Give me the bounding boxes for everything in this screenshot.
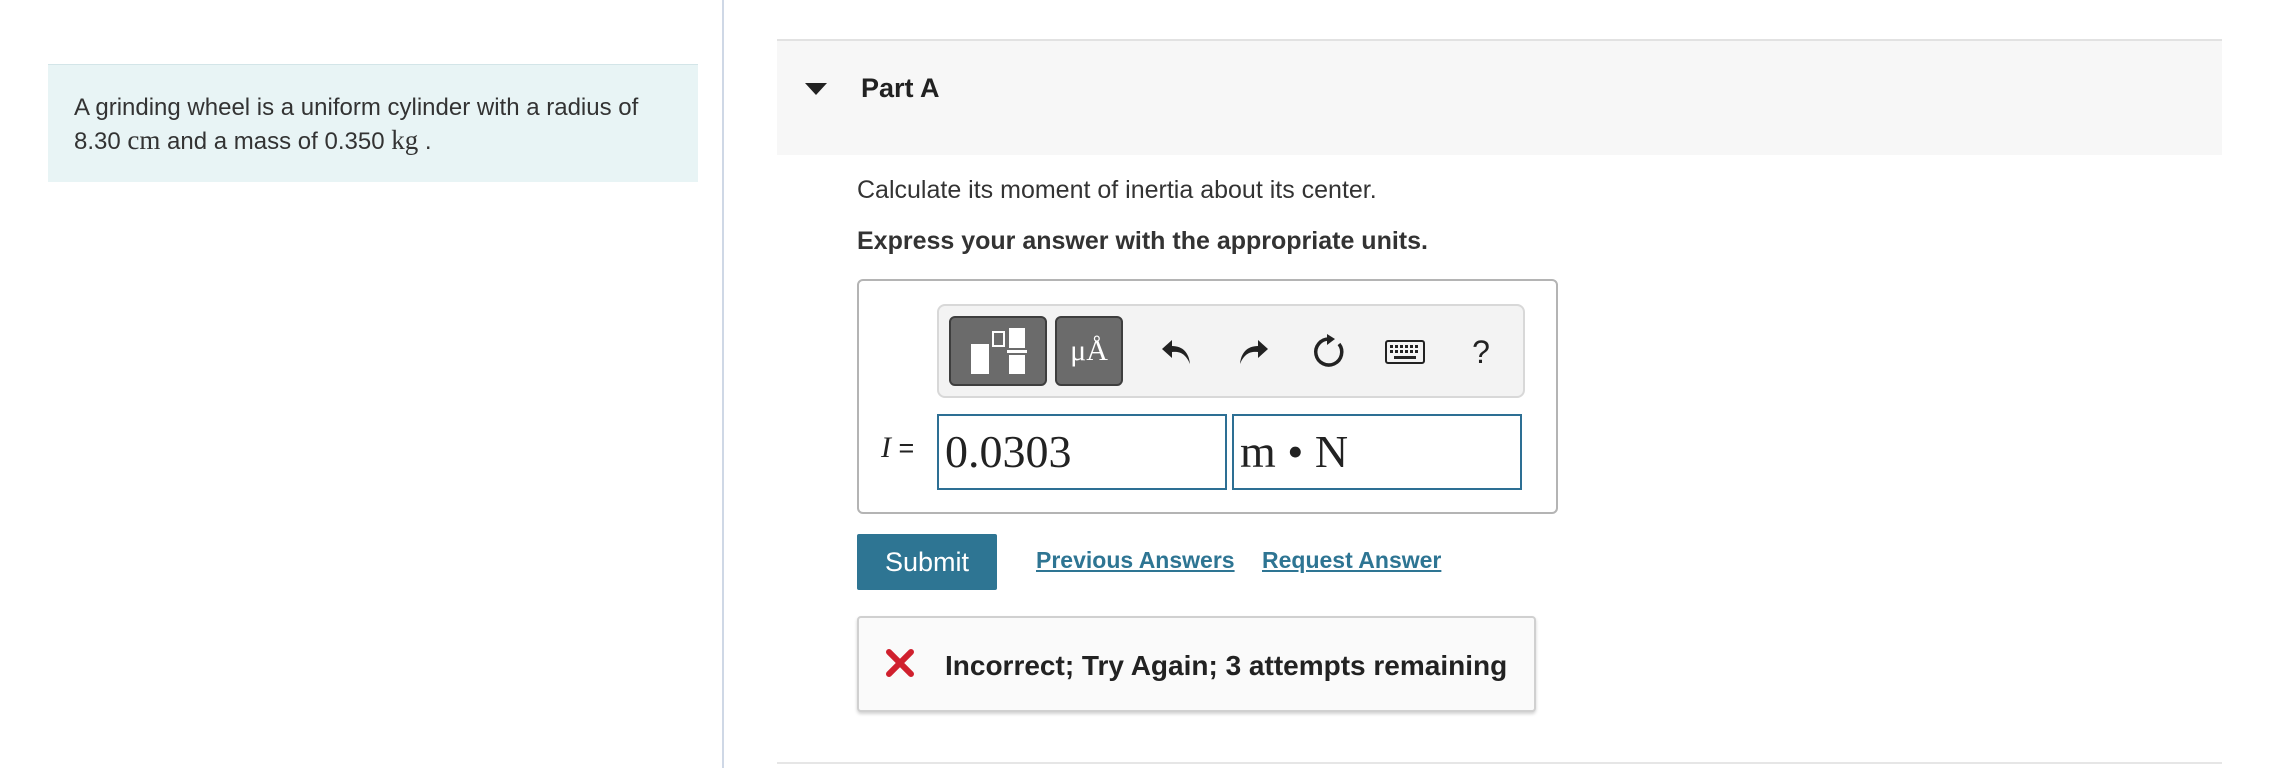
problem-statement: A grinding wheel is a uniform cylinder w…: [48, 64, 698, 182]
units-icon: μÅ: [1070, 334, 1108, 367]
part-header[interactable]: Part A: [777, 39, 2222, 155]
reset-icon[interactable]: [1307, 328, 1351, 376]
request-answer-link[interactable]: Request Answer: [1262, 547, 1441, 574]
equals-sign: =: [898, 433, 915, 463]
part-title: Part A: [861, 73, 940, 103]
math-toolbar: μÅ ?: [937, 304, 1525, 398]
section-bottom-border: [777, 762, 2222, 764]
problem-text-middle: and a mass of 0.350: [160, 128, 392, 155]
templates-icon: [971, 328, 1027, 374]
incorrect-x-icon: [886, 649, 914, 677]
instruction-text: Express your answer with the appropriate…: [857, 227, 1428, 255]
answer-units-input[interactable]: m • N: [1232, 414, 1522, 490]
feedback-box: Incorrect; Try Again; 3 attempts remaini…: [857, 616, 1536, 712]
question-text: Calculate its moment of inertia about it…: [857, 176, 1377, 204]
submit-button[interactable]: Submit: [857, 534, 997, 590]
panel-divider: [722, 0, 724, 768]
feedback-message: Incorrect; Try Again; 3 attempts remaini…: [945, 650, 1508, 681]
help-label: ?: [1472, 333, 1490, 370]
collapse-caret-icon[interactable]: [805, 83, 827, 95]
templates-button[interactable]: [949, 316, 1047, 386]
answer-value-input[interactable]: 0.0303: [937, 414, 1227, 490]
variable-label: I =: [881, 431, 914, 465]
redo-icon[interactable]: [1231, 328, 1275, 376]
undo-icon[interactable]: [1155, 328, 1199, 376]
variable-symbol: I: [881, 431, 891, 464]
keyboard-icon[interactable]: [1383, 328, 1427, 376]
radius-unit: cm: [127, 125, 161, 155]
help-icon[interactable]: ?: [1459, 328, 1503, 376]
units-button[interactable]: μÅ: [1055, 316, 1123, 386]
answer-entry-box: μÅ ? I = 0.0303 m • N: [857, 279, 1558, 514]
mass-unit: kg: [391, 125, 419, 155]
previous-answers-link[interactable]: Previous Answers: [1036, 547, 1235, 574]
problem-text-end: .: [418, 128, 432, 155]
